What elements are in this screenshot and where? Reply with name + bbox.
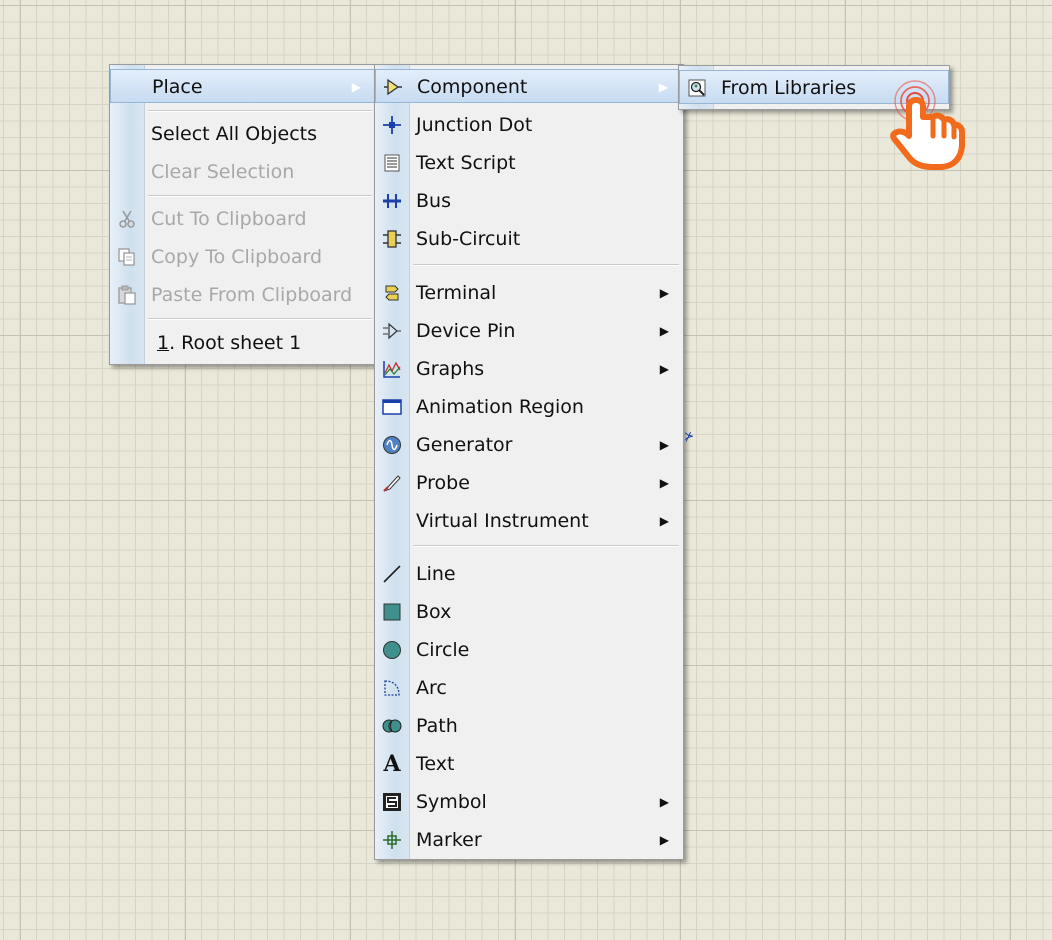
menu-item-label: Component bbox=[417, 76, 528, 98]
menu-separator bbox=[148, 110, 372, 112]
text-icon: A bbox=[383, 751, 401, 777]
menu-item-animation-region[interactable]: Animation Region bbox=[375, 390, 683, 424]
menu-item-junction-dot[interactable]: Junction Dot bbox=[375, 108, 683, 142]
submenu-arrow-icon: ▶ bbox=[351, 80, 361, 94]
submenu-arrow-icon: ▶ bbox=[659, 286, 669, 300]
submenu-arrow-icon: ▶ bbox=[659, 438, 669, 452]
menu-item-label: From Libraries bbox=[721, 77, 857, 99]
menu-item-select-all-objects[interactable]: Select All Objects bbox=[110, 117, 376, 151]
menu-item-label: Paste From Clipboard bbox=[151, 284, 353, 306]
menu-item-label: Circle bbox=[416, 639, 470, 661]
submenu-arrow-icon: ▶ bbox=[659, 324, 669, 338]
menu-item-label: Path bbox=[416, 715, 458, 737]
terminal-icon bbox=[381, 283, 403, 303]
menu-item-label: Place bbox=[152, 76, 203, 98]
menu-item-probe[interactable]: Probe ▶ bbox=[375, 466, 683, 500]
menu-item-label: Text Script bbox=[416, 152, 516, 174]
copy-icon bbox=[116, 247, 138, 267]
graphs-icon bbox=[381, 359, 403, 379]
submenu-arrow-icon: ▶ bbox=[659, 795, 669, 809]
component-icon bbox=[382, 77, 404, 97]
menu-item-label: Symbol bbox=[416, 791, 487, 813]
menu-item-symbol[interactable]: Symbol ▶ bbox=[375, 785, 683, 819]
box-icon bbox=[381, 602, 403, 622]
junction-dot-icon bbox=[381, 115, 403, 135]
paste-icon bbox=[116, 285, 138, 305]
menu-item-label: Marker bbox=[416, 829, 482, 851]
submenu-arrow-icon: ▶ bbox=[659, 833, 669, 847]
menu-item-label: Copy To Clipboard bbox=[151, 246, 323, 268]
device-pin-icon bbox=[381, 321, 403, 341]
generator-icon bbox=[381, 435, 403, 455]
menu-item-copy-to-clipboard: Copy To Clipboard bbox=[110, 240, 376, 274]
menu-separator bbox=[413, 545, 679, 547]
menu-item-sub-circuit[interactable]: Sub-Circuit bbox=[375, 222, 683, 256]
menu-item-label: Animation Region bbox=[416, 396, 584, 418]
library-search-icon bbox=[686, 78, 708, 98]
submenu-arrow-icon: ▶ bbox=[659, 476, 669, 490]
menu-item-clear-selection: Clear Selection bbox=[110, 155, 376, 189]
arc-icon bbox=[381, 678, 403, 698]
menu-item-text-script[interactable]: Text Script bbox=[375, 146, 683, 180]
menu-item-line[interactable]: Line bbox=[375, 557, 683, 591]
menu-separator bbox=[148, 318, 372, 320]
menu-item-label: Text bbox=[416, 753, 455, 775]
menu-item-path[interactable]: Path bbox=[375, 709, 683, 743]
menu-separator bbox=[148, 195, 372, 197]
menu-item-label: Terminal bbox=[416, 282, 497, 304]
menu-item-device-pin[interactable]: Device Pin ▶ bbox=[375, 314, 683, 348]
path-icon bbox=[381, 716, 403, 736]
menu-item-label: Junction Dot bbox=[416, 114, 533, 136]
menu-item-label: Generator bbox=[416, 434, 513, 456]
circle-icon bbox=[381, 640, 403, 660]
sub-circuit-icon bbox=[381, 229, 403, 249]
menu-item-bus[interactable]: Bus bbox=[375, 184, 683, 218]
submenu-arrow-icon: ▶ bbox=[658, 80, 668, 94]
menu-item-paste-from-clipboard: Paste From Clipboard bbox=[110, 278, 376, 312]
menu-item-label: Line bbox=[416, 563, 456, 585]
menu-item-label: Bus bbox=[416, 190, 451, 212]
menu-item-generator[interactable]: Generator ▶ bbox=[375, 428, 683, 462]
menu-item-circle[interactable]: Circle bbox=[375, 633, 683, 667]
menu-item-label-text: . Root sheet 1 bbox=[169, 332, 302, 354]
scissors-icon bbox=[116, 209, 138, 229]
marker-icon bbox=[381, 830, 403, 850]
text-script-icon bbox=[381, 153, 403, 173]
menu-item-label: Cut To Clipboard bbox=[151, 208, 307, 230]
bus-icon bbox=[381, 191, 403, 211]
probe-icon bbox=[381, 473, 403, 493]
menu-item-virtual-instrument[interactable]: Virtual Instrument ▶ bbox=[375, 504, 683, 538]
menu-item-label: Arc bbox=[416, 677, 447, 699]
symbol-icon bbox=[381, 792, 403, 812]
submenu-arrow-icon: ▶ bbox=[659, 362, 669, 376]
place-submenu: Component ▶ Junction Dot Text Script Bus… bbox=[374, 64, 684, 860]
menu-item-terminal[interactable]: Terminal ▶ bbox=[375, 276, 683, 310]
accelerator-key: 1 bbox=[157, 332, 170, 354]
hand-pointer-icon bbox=[882, 78, 972, 184]
menu-item-marker[interactable]: Marker ▶ bbox=[375, 823, 683, 857]
context-menu: Place ▶ Select All Objects Clear Selecti… bbox=[109, 64, 377, 365]
menu-item-label: Virtual Instrument bbox=[416, 510, 589, 532]
menu-item-label: Device Pin bbox=[416, 320, 516, 342]
menu-item-graphs[interactable]: Graphs ▶ bbox=[375, 352, 683, 386]
menu-item-label: Clear Selection bbox=[151, 161, 295, 183]
submenu-arrow-icon: ▶ bbox=[659, 514, 669, 528]
menu-item-label: Probe bbox=[416, 472, 470, 494]
menu-item-label: Graphs bbox=[416, 358, 485, 380]
menu-item-component[interactable]: Component ▶ bbox=[375, 69, 683, 103]
menu-separator bbox=[413, 264, 679, 266]
menu-item-label: 1. Root sheet 1 bbox=[157, 326, 301, 360]
menu-item-box[interactable]: Box bbox=[375, 595, 683, 629]
menu-item-label: Box bbox=[416, 601, 452, 623]
schematic-pin-marker-icon: ⊁ bbox=[684, 429, 695, 443]
menu-item-text[interactable]: A Text bbox=[375, 747, 683, 781]
menu-item-label: Sub-Circuit bbox=[416, 228, 521, 250]
menu-item-label: Select All Objects bbox=[151, 123, 318, 145]
menu-item-cut-to-clipboard: Cut To Clipboard bbox=[110, 202, 376, 236]
line-icon bbox=[381, 564, 403, 584]
menu-item-arc[interactable]: Arc bbox=[375, 671, 683, 705]
menu-item-place[interactable]: Place ▶ bbox=[110, 69, 376, 103]
menu-item-root-sheet-1[interactable]: 1. Root sheet 1 bbox=[110, 326, 376, 360]
animation-region-icon bbox=[381, 397, 403, 417]
